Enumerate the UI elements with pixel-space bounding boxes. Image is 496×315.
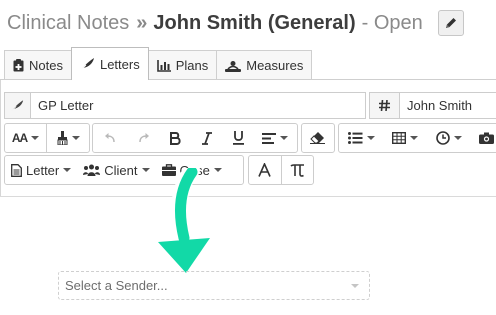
sender-placeholder: Select a Sender... (65, 278, 168, 293)
tab-letters[interactable]: Letters (70, 47, 149, 80)
clear-format-group (301, 123, 335, 153)
font-size-icon: AA (11, 131, 28, 145)
list-icon (347, 132, 362, 144)
subject-field[interactable]: GP Letter (4, 92, 366, 119)
paint-style-dropdown[interactable] (47, 124, 89, 152)
toolbar-divider (0, 196, 496, 197)
font-tools-group: AA (4, 123, 90, 153)
reference-value: John Smith (407, 98, 473, 113)
pencil-icon (446, 18, 456, 28)
bold-icon (169, 131, 181, 145)
edit-button[interactable] (438, 10, 464, 36)
underline-icon (232, 131, 244, 145)
arrow-pointer-icon (158, 168, 210, 273)
tab-bar: Notes Letters Plans Measures (4, 47, 313, 80)
underline-button[interactable] (223, 124, 253, 152)
italic-button[interactable] (191, 124, 223, 152)
align-left-icon (262, 132, 276, 144)
page-header: Clinical Notes » John Smith (General) - … (7, 8, 423, 38)
pi-icon (290, 163, 304, 177)
text-direction-group (248, 155, 314, 185)
client-fields-dropdown[interactable]: Client (77, 156, 155, 184)
bold-button[interactable] (159, 124, 191, 152)
subject-value: GP Letter (38, 98, 94, 113)
align-dropdown[interactable] (253, 124, 297, 152)
datetime-dropdown[interactable] (427, 124, 471, 152)
clear-format-button[interactable] (302, 124, 334, 152)
table-dropdown[interactable] (383, 124, 427, 152)
users-icon (83, 164, 101, 176)
tab-measures-label: Measures (246, 58, 304, 73)
feather-icon (80, 57, 95, 71)
document-icon (11, 163, 22, 177)
undo-icon (104, 133, 115, 143)
paragraph-button[interactable] (282, 156, 314, 184)
redo-button[interactable] (127, 124, 159, 152)
tab-notes-label: Notes (29, 58, 63, 73)
breadcrumb-separator: » (136, 11, 148, 34)
camera-icon (478, 132, 494, 144)
camera-button[interactable] (471, 124, 496, 152)
undo-button[interactable] (93, 124, 127, 152)
redo-icon (138, 133, 149, 143)
reference-field[interactable]: John Smith (369, 92, 496, 119)
scale-icon (225, 60, 242, 72)
table-icon (392, 132, 406, 144)
client-fields-label: Client (104, 162, 138, 178)
letters-editor-screen: Clinical Notes » John Smith (General) - … (0, 0, 496, 315)
eraser-icon (310, 132, 325, 144)
tab-letters-label: Letters (99, 56, 140, 72)
format-tools-group (92, 123, 298, 153)
app-title: Clinical Notes (7, 11, 130, 34)
clock-icon (436, 131, 450, 145)
chevron-down-icon (351, 284, 359, 288)
sender-select[interactable]: Select a Sender... (58, 271, 370, 300)
italic-icon (202, 131, 212, 145)
insert-tools-group (338, 123, 496, 153)
tab-notes[interactable]: Notes (4, 50, 72, 80)
list-dropdown[interactable] (339, 124, 383, 152)
tab-plans-label: Plans (175, 58, 209, 73)
tab-measures[interactable]: Measures (216, 50, 313, 80)
hash-icon (370, 93, 400, 118)
paintbrush-icon (57, 131, 67, 145)
note-status: - Open (361, 11, 423, 34)
font-color-button[interactable] (249, 156, 282, 184)
font-size-dropdown[interactable]: AA (5, 124, 47, 152)
editor-border (0, 80, 1, 197)
bar-chart-icon (156, 59, 171, 72)
clipboard-plus-icon (13, 59, 24, 72)
letter-fields-dropdown[interactable]: Letter (5, 156, 77, 184)
letter-fields-label: Letter (26, 162, 60, 178)
tab-plans[interactable]: Plans (147, 50, 218, 80)
feather-icon (5, 93, 31, 118)
font-a-icon (258, 163, 271, 177)
client-name: John Smith (General) (153, 11, 356, 34)
